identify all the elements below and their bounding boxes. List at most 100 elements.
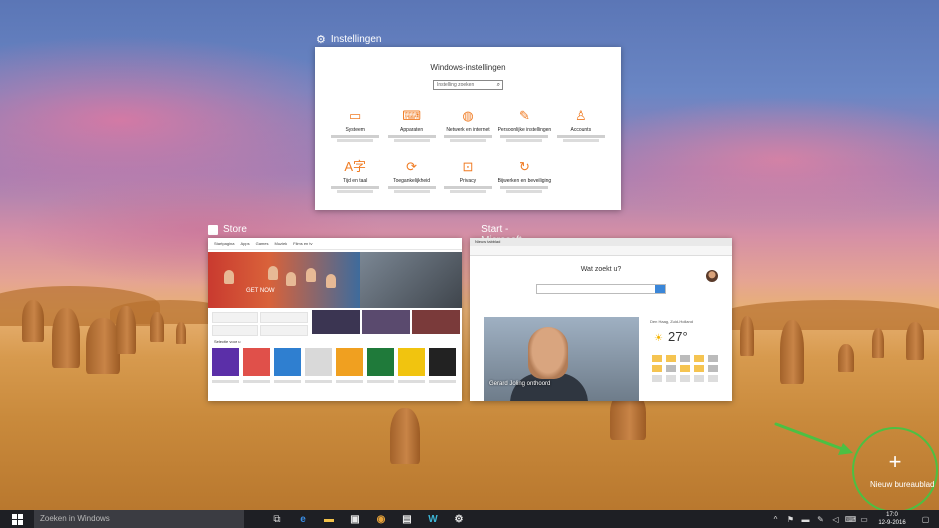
settings-category-grid: ▭ Systeem ⌨ Apparaten ◍ Netwerk en internet ✎ P… (327, 109, 609, 193)
task-view-button[interactable]: ⧉ (264, 510, 290, 528)
settings-category-label: Privacy (459, 178, 477, 184)
edge-heading: Wat zoekt u? (580, 266, 622, 273)
update-icon: ↻ (518, 159, 530, 174)
store-tile[interactable] (260, 325, 308, 336)
clock-time: 17:0 (886, 512, 898, 518)
person-icon: ♙ (574, 108, 587, 123)
store-app-tile[interactable] (243, 348, 270, 376)
app-icon[interactable]: ▤ (394, 510, 420, 528)
settings-category-label: Persoonlijke instellingen (497, 127, 552, 133)
settings-category-item[interactable]: ▭ Systeem (327, 109, 383, 142)
settings-category-label: Systeem (345, 127, 365, 133)
settings-category-label: Toegankelijkheid (393, 178, 431, 184)
store-app-tile[interactable] (212, 348, 239, 376)
store-nav-item[interactable]: Muziek (275, 241, 288, 246)
settings-category-label: Accounts (570, 127, 592, 133)
people-icon[interactable]: ⚑ (783, 515, 798, 524)
taskbar: Zoeken in Windows ⧉ e ▬ ▣ ◉ ▤ W ⚙ ^ ⚑ ▬ ✎ ◁ ⌨ ▭ 17:… (0, 510, 939, 528)
store-tile-image[interactable] (412, 310, 460, 334)
keyboard-icon: ⌨ (402, 108, 421, 123)
volume-icon[interactable]: ◁ (828, 515, 843, 524)
store-app-tile[interactable] (398, 348, 425, 376)
start-button[interactable] (0, 510, 34, 528)
window-title-label: Instellingen (330, 34, 382, 45)
edge-search-input[interactable] (536, 284, 666, 294)
plus-icon: + (888, 449, 902, 474)
settings-category-item[interactable]: ↻ Bijwerken en beveiliging (496, 160, 552, 193)
store-side-banner (360, 252, 462, 308)
chevron-up-icon[interactable]: ^ (768, 515, 783, 524)
search-icon: ⌕ (496, 82, 500, 88)
file-explorer-icon[interactable]: ▬ (316, 510, 342, 528)
weather-temperature: 27° (668, 329, 688, 344)
settings-category-item[interactable]: ⌨ Apparaten (383, 109, 439, 142)
settings-category-label: Bijwerken en beveiliging (497, 178, 552, 184)
store-thumbnail[interactable]: Startpagina Apps Games Muziek Films en tv GE… (208, 238, 462, 401)
chrome-icon[interactable]: ◉ (368, 510, 394, 528)
store-app-tile[interactable] (336, 348, 363, 376)
store-app-tile[interactable] (274, 348, 301, 376)
settings-category-item[interactable]: ⟳ Toegankelijkheid (383, 160, 439, 193)
system-tray: ^ ⚑ ▬ ✎ ◁ ⌨ (768, 510, 858, 528)
network-icon[interactable]: ▬ (798, 515, 813, 524)
pen-icon[interactable]: ✎ (813, 515, 828, 524)
notification-icon[interactable]: ▢ (918, 515, 933, 524)
settings-icon[interactable]: ⚙ (446, 510, 472, 528)
ease-of-access-icon: ⟳ (406, 159, 418, 174)
settings-category-label: Apparaten (400, 127, 424, 133)
store-app-tile[interactable] (367, 348, 394, 376)
store-tile-image[interactable] (362, 310, 410, 334)
store-tile-image[interactable] (312, 310, 360, 334)
store-tile[interactable] (212, 312, 258, 323)
edge-thumbnail[interactable]: Nieuw tabblad Wat zoekt u? Gerard Joling… (470, 238, 732, 401)
clock[interactable]: 17:0 12-9-2016 (870, 511, 914, 527)
store-icon (208, 224, 218, 235)
store-hero-caption: GET NOW (246, 288, 275, 294)
action-center-icon[interactable]: ▭ (858, 515, 870, 524)
sun-icon: ☀ (654, 333, 663, 344)
weather-location: Den Haag, Zuid-Holland (650, 319, 693, 324)
store-app-tile[interactable] (429, 348, 456, 376)
settings-heading: Windows-instellingen (430, 63, 506, 72)
settings-search-input[interactable]: Instelling zoeken ⌕ (433, 80, 503, 90)
edge-tab[interactable]: Nieuw tabblad (470, 238, 732, 246)
laptop-icon: ▭ (349, 108, 362, 123)
edge-address-bar[interactable] (470, 246, 732, 256)
search-go-button[interactable] (655, 285, 665, 293)
windows-logo-icon (11, 513, 23, 525)
gear-icon: ⚙ (316, 34, 326, 46)
task-view-icon: ⧉ (273, 513, 281, 525)
globe-icon: ◍ (462, 108, 474, 123)
store-app-tile[interactable] (305, 348, 332, 376)
store-icon[interactable]: ▣ (342, 510, 368, 528)
app-icon-2[interactable]: W (420, 510, 446, 528)
settings-category-item[interactable]: ⊡ Privacy (440, 160, 496, 193)
taskbar-search-placeholder: Zoeken in Windows (40, 514, 110, 523)
store-nav-item[interactable]: Apps (240, 241, 249, 246)
lock-icon: ⊡ (462, 159, 474, 174)
settings-category-item[interactable]: ✎ Persoonlijke instellingen (496, 109, 552, 142)
store-tile[interactable] (212, 325, 258, 336)
settings-category-item[interactable]: ◍ Netwerk en internet (440, 109, 496, 142)
store-nav-bar: Startpagina Apps Games Muziek Films en tv (208, 238, 462, 250)
avatar[interactable] (706, 270, 718, 282)
keyboard-icon[interactable]: ⌨ (843, 515, 858, 524)
window-title-store[interactable]: Store (208, 224, 247, 235)
settings-category-item[interactable]: ♙ Accounts (553, 109, 609, 142)
store-tile[interactable] (260, 312, 308, 323)
new-desktop-label: Nieuw bureaublad (870, 480, 935, 489)
edge-news-caption: Gerard Joling onthoord (489, 381, 551, 387)
store-row-label: Selectie voor u (214, 339, 241, 344)
window-title-settings[interactable]: ⚙ Instellingen (316, 33, 381, 46)
settings-thumbnail[interactable]: Windows-instellingen Instelling zoeken ⌕… (315, 47, 621, 210)
new-desktop-button[interactable]: + Nieuw bureaublad (852, 427, 938, 513)
edge-weather-card[interactable]: Den Haag, Zuid-Holland ☀ 27° (646, 317, 724, 401)
store-nav-item[interactable]: Games (256, 241, 269, 246)
edge-news-card[interactable]: Gerard Joling onthoord (484, 317, 639, 401)
store-nav-item[interactable]: Startpagina (214, 241, 234, 246)
taskbar-search-input[interactable]: Zoeken in Windows (34, 510, 244, 528)
store-hero-banner: GET NOW (208, 252, 360, 308)
store-nav-item[interactable]: Films en tv (293, 241, 312, 246)
edge-icon[interactable]: e (290, 510, 316, 528)
settings-category-item[interactable]: A字 Tijd en taal (327, 160, 383, 193)
